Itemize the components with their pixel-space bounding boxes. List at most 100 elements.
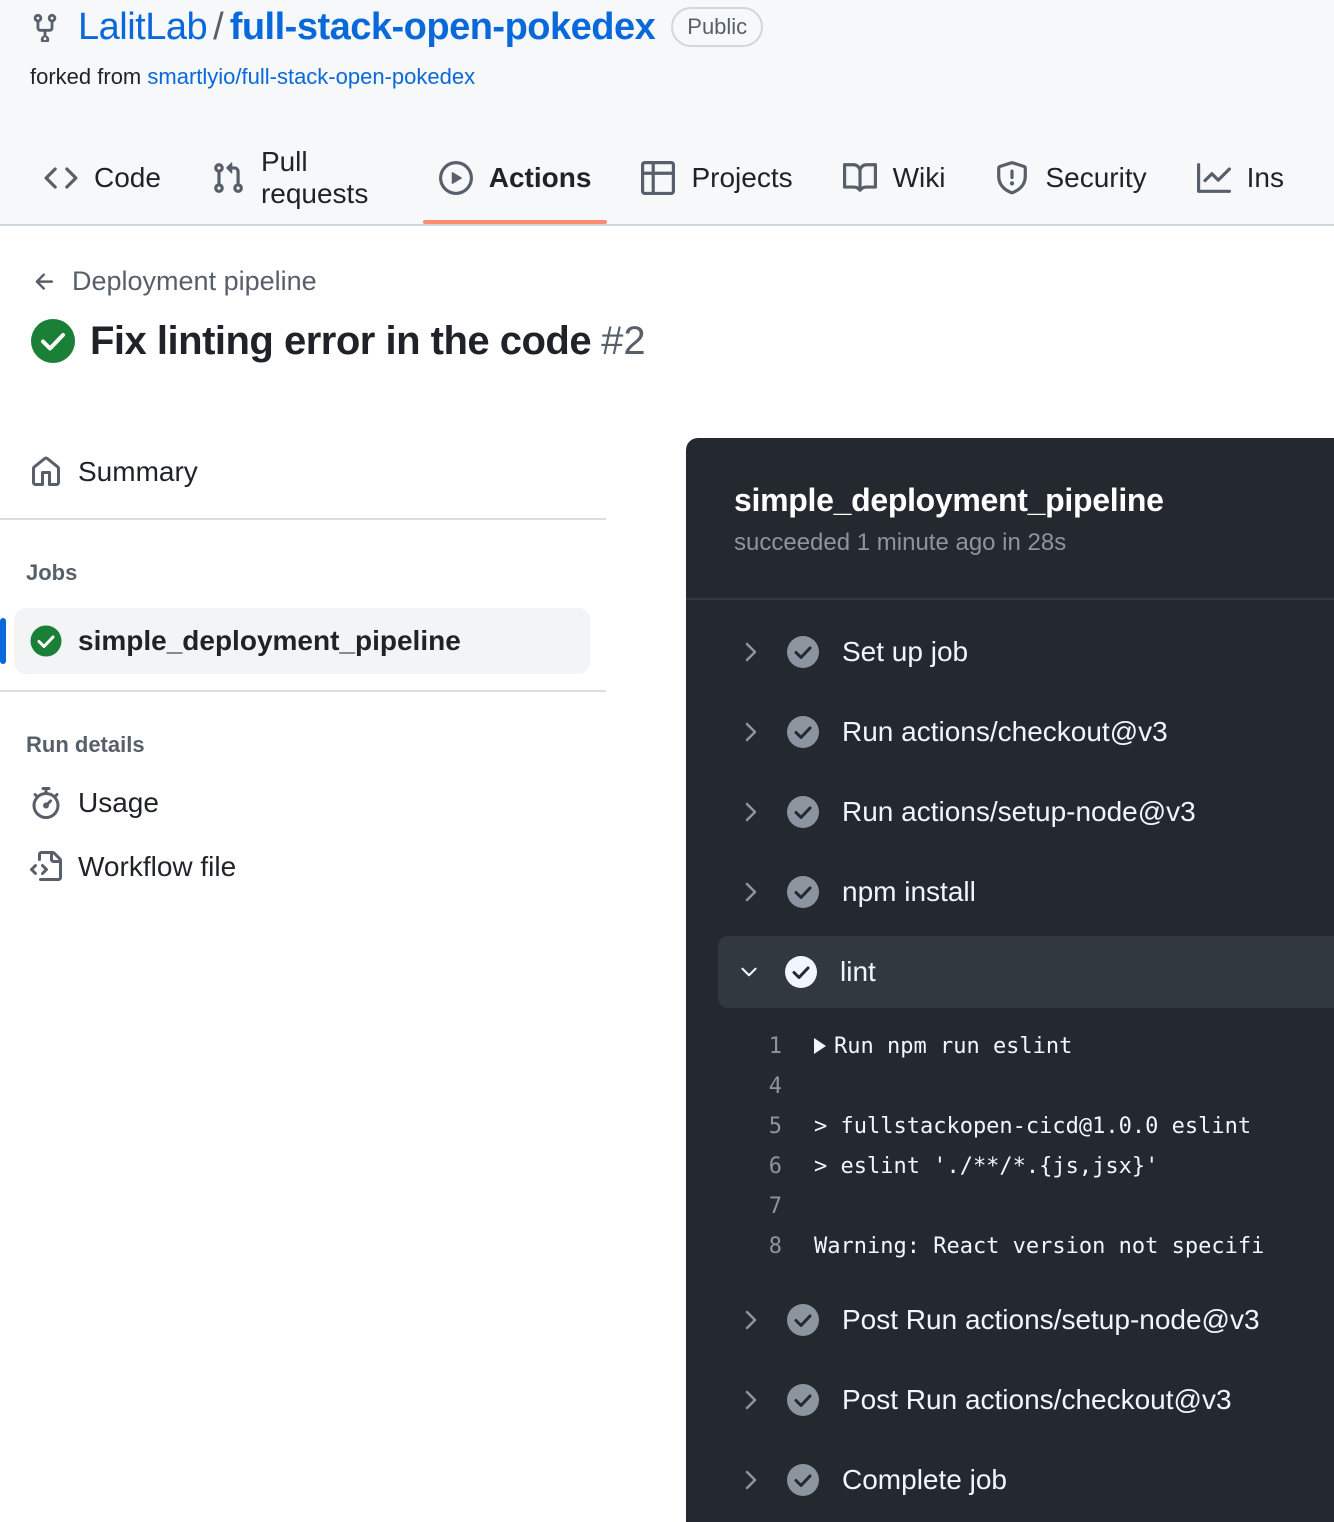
- log-line: 7: [686, 1186, 1334, 1226]
- active-job-marker: [0, 618, 6, 664]
- step-success-icon: [787, 876, 819, 908]
- chevron-down-icon: [740, 961, 758, 983]
- line-number: 8: [768, 1233, 782, 1259]
- chevron-right-icon: [742, 1389, 760, 1411]
- step-label: Set up job: [842, 636, 969, 667]
- step-row[interactable]: Run actions/checkout@v3: [686, 692, 1334, 772]
- step-row-expanded[interactable]: lint: [718, 936, 1334, 1008]
- line-number: 1: [768, 1033, 782, 1059]
- file-code-icon: [30, 851, 62, 883]
- line-number: 6: [768, 1153, 782, 1179]
- line-text: > eslint './**/*.{js,jsx}': [814, 1153, 1159, 1179]
- table-icon: [641, 161, 676, 195]
- job-log-header: simple_deployment_pipeline succeeded 1 m…: [686, 438, 1334, 600]
- step-success-icon: [787, 1464, 819, 1496]
- step-row[interactable]: Run actions/setup-node@v3: [686, 772, 1334, 852]
- repo-header: LalitLab / full-stack-open-pokedex Publi…: [0, 0, 1334, 226]
- play-icon: [438, 161, 473, 195]
- sidebar-job-item[interactable]: simple_deployment_pipeline: [0, 608, 590, 674]
- stopwatch-icon: [30, 787, 62, 819]
- step-success-icon: [787, 1304, 819, 1336]
- repo-name-link[interactable]: full-stack-open-pokedex: [230, 6, 656, 49]
- step-row[interactable]: Post Run actions/checkout@v3: [686, 1360, 1334, 1440]
- sidebar-item-usage[interactable]: Usage: [0, 772, 606, 834]
- tab-label: Actions: [488, 162, 592, 193]
- pull-request-icon: [211, 161, 245, 195]
- step-row[interactable]: Complete job: [686, 1440, 1334, 1520]
- job-status: succeeded 1 minute ago in 28s: [734, 529, 1067, 556]
- tab-label: Security: [1045, 162, 1147, 193]
- step-label: Complete job: [842, 1464, 1007, 1495]
- forked-from-label: forked from: [30, 64, 142, 89]
- step-success-icon: [787, 796, 819, 828]
- shield-icon: [995, 161, 1029, 195]
- tab-security[interactable]: Security: [995, 150, 1147, 206]
- log-line: 5 > fullstackopen-cicd@1.0.0 eslint: [686, 1106, 1334, 1146]
- workflow-name: Deployment pipeline: [72, 266, 317, 296]
- code-icon: [44, 161, 78, 195]
- line-number: 4: [768, 1073, 782, 1099]
- tab-wiki[interactable]: Wiki: [842, 150, 946, 206]
- success-check-icon: [31, 319, 75, 363]
- step-row[interactable]: Post Run actions/setup-node@v3: [686, 1280, 1334, 1360]
- tab-label: Code: [94, 162, 161, 193]
- step-label: Run actions/setup-node@v3: [842, 796, 1196, 827]
- step-label: Post Run actions/setup-node@v3: [842, 1304, 1260, 1335]
- expand-triangle-icon[interactable]: [814, 1038, 826, 1054]
- step-label: Run actions/checkout@v3: [842, 716, 1168, 747]
- tab-projects[interactable]: Projects: [641, 150, 793, 206]
- run-title-text: Fix linting error in the code: [90, 318, 592, 363]
- sidebar-divider: [0, 690, 606, 692]
- home-icon: [30, 456, 62, 488]
- log-line[interactable]: 1 Run npm run eslint: [686, 1026, 1334, 1066]
- log-line: 4: [686, 1066, 1334, 1106]
- chevron-right-icon: [742, 801, 760, 823]
- log-line: 6 > eslint './**/*.{js,jsx}': [686, 1146, 1334, 1186]
- log-line: 8 Warning: React version not specifi: [686, 1226, 1334, 1266]
- step-label: lint: [840, 956, 876, 987]
- tab-insights[interactable]: Ins: [1196, 150, 1284, 206]
- step-label: npm install: [842, 876, 976, 907]
- tab-actions[interactable]: Actions: [422, 150, 608, 224]
- tab-label: Projects: [691, 162, 793, 193]
- job-name: simple_deployment_pipeline: [734, 482, 1164, 518]
- repo-owner-link[interactable]: LalitLab: [78, 6, 208, 49]
- tab-label: Pull requests: [260, 146, 369, 209]
- repo-tabs: Code Pull requests Actions Projects Wiki: [44, 146, 1334, 226]
- job-log-panel: simple_deployment_pipeline succeeded 1 m…: [686, 438, 1334, 1522]
- forked-source-link[interactable]: smartlyio/full-stack-open-pokedex: [147, 64, 475, 89]
- step-success-icon: [787, 636, 819, 668]
- chevron-right-icon: [742, 881, 760, 903]
- tab-label: Ins: [1246, 162, 1284, 193]
- chevron-right-icon: [742, 721, 760, 743]
- step-row[interactable]: npm install: [686, 852, 1334, 932]
- job-steps: Set up job Run actions/checkout@v3 Run a…: [686, 600, 1334, 1520]
- chevron-right-icon: [742, 1309, 760, 1331]
- arrow-left-icon: [35, 272, 54, 290]
- sidebar-item-label: Summary: [78, 456, 198, 487]
- step-success-icon: [787, 1384, 819, 1416]
- chevron-right-icon: [742, 1469, 760, 1491]
- line-text: Run npm run eslint: [834, 1033, 1073, 1059]
- step-label: Post Run actions/checkout@v3: [842, 1384, 1232, 1415]
- line-number: 5: [768, 1113, 782, 1139]
- book-icon: [842, 161, 877, 195]
- step-success-icon: [787, 716, 819, 748]
- repo-forked-icon: [30, 12, 60, 42]
- tab-label: Wiki: [892, 162, 946, 193]
- run-title: Fix linting error in the code #2: [30, 318, 646, 364]
- repo-title: LalitLab / full-stack-open-pokedex Publi…: [30, 4, 764, 50]
- sidebar-item-workflow-file[interactable]: Workflow file: [0, 834, 606, 900]
- tab-code[interactable]: Code: [44, 150, 161, 206]
- job-label: simple_deployment_pipeline: [78, 625, 461, 656]
- sidebar-item-label: Usage: [78, 787, 159, 818]
- repo-separator: /: [213, 5, 224, 48]
- sidebar-item-summary[interactable]: Summary: [0, 430, 606, 514]
- visibility-badge: Public: [671, 7, 764, 47]
- chevron-right-icon: [742, 641, 760, 663]
- back-to-workflow-link[interactable]: Deployment pipeline: [32, 266, 317, 297]
- tab-pull-requests[interactable]: Pull requests: [211, 146, 389, 209]
- step-row[interactable]: Set up job: [686, 612, 1334, 692]
- run-sidebar: Summary Jobs simple_deployment_pipeline …: [0, 430, 606, 900]
- run-details-heading: Run details: [26, 732, 145, 757]
